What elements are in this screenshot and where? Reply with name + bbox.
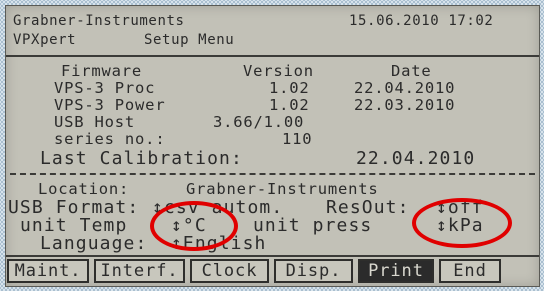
date-time-display: 15.06.2010 17:02 — [349, 13, 494, 29]
firmware-row-date: 22.04.2010 — [354, 79, 456, 97]
lcd-screen: Grabner-Instruments 15.06.2010 17:02 VPX… — [5, 5, 540, 287]
language-select[interactable]: ↕English — [171, 235, 267, 253]
end-button[interactable]: End — [439, 259, 501, 283]
clock-button[interactable]: Clock — [190, 259, 269, 283]
language-label: Language: — [40, 233, 148, 254]
header-divider — [6, 55, 539, 57]
unit-press-select[interactable]: ↕kPa — [436, 217, 484, 235]
series-number-label: series no.: — [54, 130, 166, 148]
print-button[interactable]: Print — [358, 259, 434, 283]
firmware-row-version: 1.02 — [269, 96, 310, 114]
location-field[interactable]: Grabner-Instruments — [186, 181, 379, 198]
series-number-value: 110 — [282, 130, 313, 148]
disp-button[interactable]: Disp. — [274, 259, 353, 283]
firmware-row-name: USB Host — [54, 113, 136, 131]
version-column-header: Version — [243, 62, 314, 80]
function-key-bar: Maint. Interf. Clock Disp. Print End — [6, 256, 539, 286]
location-label: Location: — [38, 180, 130, 198]
firmware-row-name: VPS-3 Power — [54, 96, 166, 114]
firmware-row-version: 1.02 — [269, 79, 310, 97]
firmware-row-date: 22.03.2010 — [354, 96, 456, 114]
product-name: VPXpert — [13, 32, 77, 48]
last-calibration-date: 22.04.2010 — [356, 148, 476, 169]
unit-press-label: unit press — [253, 215, 373, 236]
maint-button[interactable]: Maint. — [7, 259, 89, 283]
company-name: Grabner-Instruments — [13, 13, 185, 29]
section-divider — [10, 173, 535, 175]
last-calibration-label: Last Calibration: — [40, 148, 243, 169]
interf-button[interactable]: Interf. — [94, 259, 185, 283]
firmware-column-header: Firmware — [61, 62, 143, 80]
date-column-header: Date — [391, 62, 432, 80]
firmware-row-version: 3.66/1.00 — [213, 113, 305, 131]
menu-title: Setup Menu — [144, 32, 235, 48]
firmware-row-name: VPS-3 Proc — [54, 79, 156, 97]
